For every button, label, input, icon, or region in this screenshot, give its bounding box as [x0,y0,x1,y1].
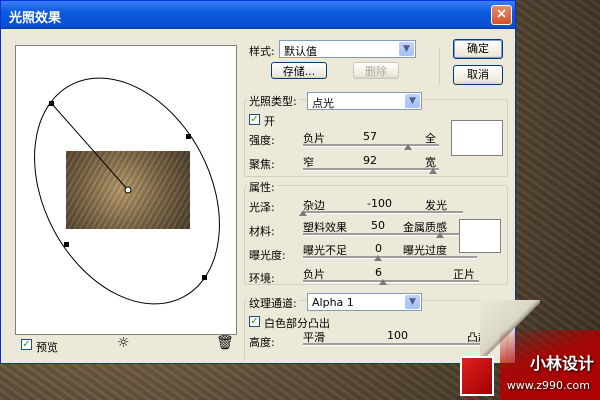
white-is-high-checkbox[interactable]: ✓ [249,316,260,327]
texture-channel-label: 纹理通道: [247,295,299,311]
focus-value: 92 [363,154,377,167]
material-slider-thumb[interactable] [436,232,444,238]
ambience-label: 环境: [249,272,275,285]
focus-label: 聚焦: [249,158,275,171]
light-bulb-icon[interactable]: ☼ [117,335,130,351]
watermark-logo: 小林设计 www.z990.com [440,310,600,400]
material-label: 材料: [249,225,275,238]
watermark-url: www.z990.com [506,379,590,392]
material-slider-track[interactable] [303,233,477,236]
light-on-checkbox[interactable]: ✓ [249,114,260,125]
gloss-value: -100 [367,197,392,210]
ambience-slider-thumb[interactable] [379,279,387,285]
exposure-label: 曝光度: [249,249,286,262]
light-handle-bottom[interactable] [202,275,207,280]
watermark-emblem-icon [460,356,494,396]
light-handle-left[interactable] [64,242,69,247]
intensity-value: 57 [363,130,377,143]
light-type-select[interactable]: 点光 ▼ [307,92,422,110]
title-bar[interactable]: 光照效果 × [1,1,515,29]
texture-channel-value: Alpha 1 [312,296,354,309]
ok-button[interactable]: 确定 [453,39,503,59]
height-label: 高度: [249,336,275,349]
ambience-color-swatch[interactable] [459,219,501,253]
light-color-swatch[interactable] [451,120,503,156]
style-group-frame [244,46,440,87]
light-type-value: 点光 [312,97,334,110]
focus-slider-track[interactable] [303,168,439,171]
intensity-slider-thumb[interactable] [404,144,412,150]
gloss-slider-track[interactable] [303,211,463,214]
light-ellipse-overlay[interactable] [16,46,236,334]
light-on-label: 开 [264,115,275,128]
preview-checkbox[interactable]: ✓ [21,339,32,350]
light-type-label: 光照类型: [247,93,299,109]
window-title: 光照效果 [9,11,62,26]
ambience-slider-track[interactable] [303,280,479,283]
gloss-label: 光泽: [249,201,275,214]
chevron-down-icon: ▼ [405,94,420,108]
cancel-button[interactable]: 取消 [453,65,503,85]
intensity-slider-track[interactable] [303,144,439,147]
exposure-slider-track[interactable] [303,256,477,259]
trash-icon[interactable]: 🗑 [216,335,234,351]
properties-title: 属性: [247,179,277,195]
material-value: 50 [371,219,385,232]
preview-canvas[interactable] [15,45,237,335]
light-direction-line [51,103,129,191]
exposure-slider-thumb[interactable] [374,255,382,261]
preview-label: 预览 [36,341,58,354]
light-center-handle[interactable] [124,186,132,194]
exposure-value: 0 [375,242,382,255]
chevron-down-icon: ▼ [405,295,420,309]
intensity-label: 强度: [249,134,275,147]
height-value: 100 [387,329,408,342]
close-button[interactable]: × [491,5,512,25]
lighting-effects-dialog: 光照效果 × ✓ 预览 ☼ 🗑 样式: 默认值 ▼ 存储... 删除 确定 取消… [0,0,516,364]
focus-slider-thumb[interactable] [429,168,437,174]
light-handle-top[interactable] [49,101,54,106]
light-handle-right[interactable] [186,134,191,139]
close-icon: × [495,6,508,22]
watermark-name: 小林设计 [529,354,594,373]
gloss-slider-thumb[interactable] [299,210,307,216]
ambience-value: 6 [375,266,382,279]
texture-channel-select[interactable]: Alpha 1 ▼ [307,293,422,311]
